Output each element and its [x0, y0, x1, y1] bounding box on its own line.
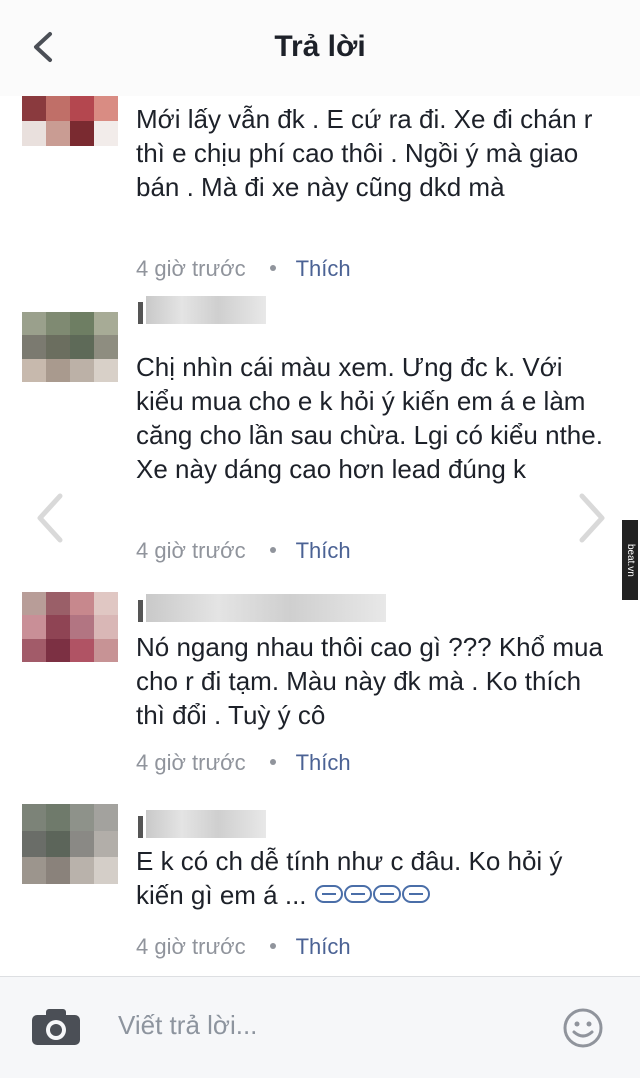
- prev-arrow-icon[interactable]: [30, 488, 70, 548]
- page-title: Trả lời: [274, 30, 366, 63]
- watermark: beat.vn: [622, 520, 638, 600]
- comment-time: 4 giờ trước: [136, 750, 246, 775]
- comment-text: Chị nhìn cái màu xem. Ưng đc k. Với kiểu…: [136, 352, 603, 484]
- avatar[interactable]: [22, 592, 118, 662]
- comment-time: 4 giờ trước: [136, 934, 246, 959]
- separator-dot: [269, 264, 276, 271]
- comment-text: Nó ngang nhau thôi cao gì ??? Khổ mua ch…: [136, 632, 603, 730]
- reply-composer: [0, 976, 640, 1078]
- avatar[interactable]: [22, 96, 118, 146]
- smiley-icon[interactable]: [562, 1007, 604, 1049]
- reply-input[interactable]: [118, 1003, 518, 1047]
- comment-time: 4 giờ trước: [136, 256, 246, 281]
- comment-meta: 4 giờ trước Thích: [136, 750, 351, 776]
- avatar[interactable]: [22, 804, 118, 884]
- comment-text: Mới lấy vẫn đk . E cứ ra đi. Xe đi chán …: [136, 104, 593, 202]
- mouth-emoji-icon: [314, 880, 434, 914]
- comment-text: E k có ch dễ tính như c đâu. Ko hỏi ý ki…: [136, 844, 606, 914]
- comment-meta: 4 giờ trước Thích: [136, 256, 351, 282]
- comment-meta: 4 giờ trước Thích: [136, 538, 351, 564]
- separator-dot: [269, 942, 276, 949]
- avatar[interactable]: [22, 312, 118, 382]
- like-link[interactable]: Thích: [296, 750, 351, 775]
- camera-icon[interactable]: [30, 1007, 82, 1047]
- like-link[interactable]: Thích: [296, 538, 351, 563]
- separator-dot: [269, 758, 276, 765]
- comment-time: 4 giờ trước: [136, 538, 246, 563]
- next-arrow-icon[interactable]: [572, 488, 612, 548]
- separator-dot: [269, 546, 276, 553]
- like-link[interactable]: Thích: [296, 934, 351, 959]
- comment-meta: 4 giờ trước Thích: [136, 934, 351, 960]
- like-link[interactable]: Thích: [296, 256, 351, 281]
- header-bar: Trả lời: [0, 0, 640, 96]
